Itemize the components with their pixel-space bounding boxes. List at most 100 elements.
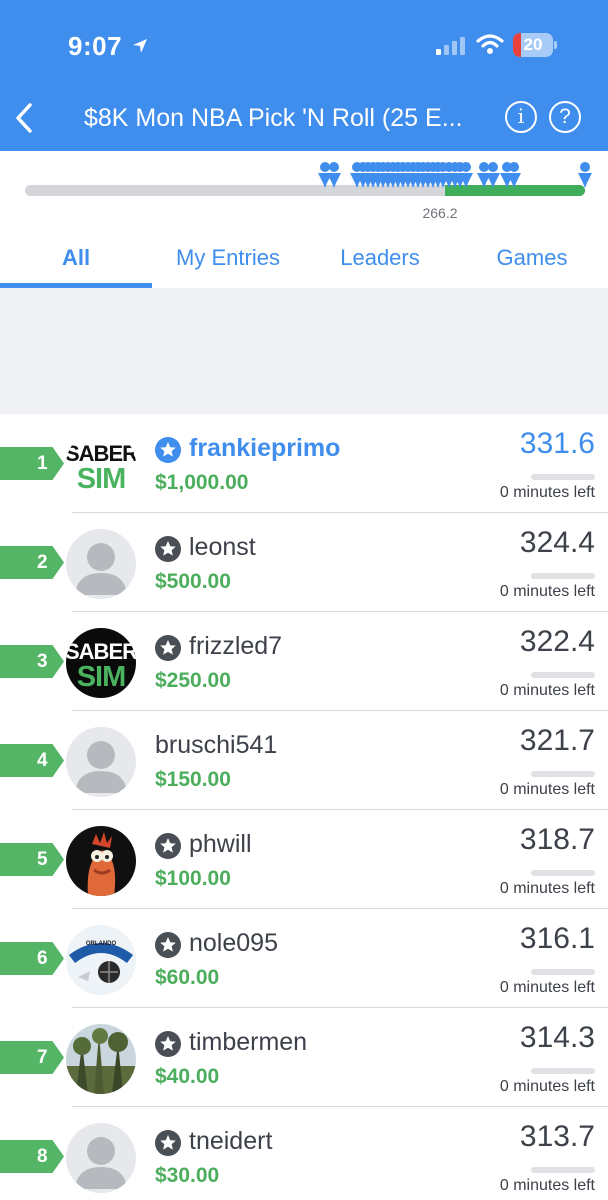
logo-line-2: SIM: [77, 661, 126, 693]
entrant-marker-icon: [459, 161, 473, 189]
time-progress-bar: [531, 1167, 595, 1173]
default-avatar-avatar[interactable]: [66, 727, 136, 797]
back-chevron-icon[interactable]: [10, 98, 40, 138]
time-left: 0 minutes left: [499, 1177, 595, 1194]
leaderboard-row[interactable]: 8 tneidert $30.00 313.7 0 minutes left: [0, 1107, 608, 1200]
star-icon: [154, 832, 182, 860]
time-progress-bar: [531, 474, 595, 480]
logo-line-2: SIM: [77, 463, 126, 495]
fantasy-score: 321.7: [519, 724, 595, 757]
location-arrow-icon: [130, 36, 150, 56]
time-progress-bar: [531, 672, 595, 678]
time-left: 0 minutes left: [499, 484, 595, 501]
leaderboard-row[interactable]: 5 phwill $100.00 318.7 0 minutes left: [0, 810, 608, 909]
time-left: 0 minutes left: [499, 583, 595, 600]
star-icon: [154, 931, 182, 959]
rank-badge: 6: [0, 942, 64, 975]
svg-text:ORLANDO: ORLANDO: [86, 941, 117, 947]
rank-badge: 1: [0, 447, 64, 480]
entrant-marker-icon: [486, 161, 500, 189]
entrant-marker-icon: [327, 161, 341, 189]
username[interactable]: tneidert: [189, 1127, 272, 1156]
fantasy-score: 318.7: [519, 823, 595, 856]
star-icon: [154, 535, 182, 563]
battery-icon: 20: [513, 33, 557, 57]
muppet-photo-avatar[interactable]: [66, 826, 136, 896]
prize-amount: $500.00: [155, 570, 231, 593]
prize-amount: $60.00: [155, 966, 220, 989]
leaderboard-row[interactable]: 3 SABER SIM frizzled7 $250.00 322.4 0 minutes …: [0, 612, 608, 711]
leaderboard-row[interactable]: 2 leonst $500.00 324.4 0 minutes left: [0, 513, 608, 612]
app-header: 9:07 20 $8K Mon NBA Pick 'N Roll (25 E..…: [0, 0, 608, 151]
nav-bar: $8K Mon NBA Pick 'N Roll (25 E... i ?: [0, 90, 608, 151]
banner-placeholder: [0, 288, 608, 414]
entrant-marker-icon: [578, 161, 592, 189]
tab-games[interactable]: Games: [456, 245, 608, 271]
battery-level: 20: [523, 35, 543, 54]
leaderboard-row[interactable]: 4 bruschi541 $150.00 321.7 0 minutes left: [0, 711, 608, 810]
field-progress-bar: 266.2: [0, 151, 608, 231]
entrant-marker-icon: [507, 161, 521, 189]
star-icon: [154, 1030, 182, 1058]
fantasy-score: 322.4: [519, 625, 595, 658]
prize-amount: $150.00: [155, 768, 231, 791]
rank-badge: 4: [0, 744, 64, 777]
tab-my-entries[interactable]: My Entries: [152, 245, 304, 271]
prize-amount: $100.00: [155, 867, 231, 890]
fantasy-score: 331.6: [519, 427, 595, 460]
username[interactable]: frizzled7: [189, 632, 282, 661]
time-progress-bar: [531, 771, 595, 777]
username[interactable]: timbermen: [189, 1028, 307, 1057]
tab-bar: All My Entries Leaders Games: [0, 231, 608, 288]
rank-badge: 8: [0, 1140, 64, 1173]
prize-amount: $250.00: [155, 669, 231, 692]
prize-amount: $1,000.00: [155, 471, 249, 494]
time-left: 0 minutes left: [499, 682, 595, 699]
username[interactable]: leonst: [189, 533, 256, 562]
progress-score-label: 266.2: [422, 205, 458, 221]
help-icon[interactable]: ?: [549, 101, 581, 133]
prize-amount: $40.00: [155, 1065, 220, 1088]
star-icon: [154, 1129, 182, 1157]
fantasy-score: 324.4: [519, 526, 595, 559]
cellular-signal-icon: [436, 36, 466, 56]
time-left: 0 minutes left: [499, 880, 595, 897]
clock-time: 9:07: [68, 31, 123, 61]
username[interactable]: nole095: [189, 929, 278, 958]
prize-amount: $30.00: [155, 1164, 220, 1187]
sabersim-logo-white-avatar[interactable]: SABER SIM: [66, 430, 136, 500]
rank-badge: 2: [0, 546, 64, 579]
forest-photo-avatar[interactable]: [66, 1024, 136, 1094]
star-icon: [154, 436, 182, 464]
fantasy-score: 313.7: [519, 1120, 595, 1153]
time-left: 0 minutes left: [499, 781, 595, 798]
time-progress-bar: [531, 1068, 595, 1074]
tab-all[interactable]: All: [0, 245, 152, 271]
leaderboard-row[interactable]: 6 ORLANDO nole095 $60.00 316.1 0 minutes left: [0, 909, 608, 1008]
sabersim-logo-black-avatar[interactable]: SABER SIM: [66, 628, 136, 698]
time-left: 0 minutes left: [499, 979, 595, 996]
star-icon: [154, 634, 182, 662]
time-progress-bar: [531, 573, 595, 579]
wifi-icon: [476, 33, 504, 55]
default-avatar-avatar[interactable]: [66, 529, 136, 599]
default-avatar-avatar[interactable]: [66, 1123, 136, 1193]
username[interactable]: phwill: [189, 830, 252, 859]
tab-leaders[interactable]: Leaders: [304, 245, 456, 271]
info-icon[interactable]: i: [505, 101, 537, 133]
time-progress-bar: [531, 870, 595, 876]
username[interactable]: bruschi541: [155, 731, 277, 760]
fantasy-score: 314.3: [519, 1021, 595, 1054]
username[interactable]: frankieprimo: [189, 434, 340, 463]
leaderboard-row[interactable]: 1 SABER SIM frankieprimo $1,000.00 331.6 0 min…: [0, 414, 608, 513]
orlando-magic-logo-avatar[interactable]: ORLANDO: [66, 925, 136, 995]
time-progress-bar: [531, 969, 595, 975]
fantasy-score: 316.1: [519, 922, 595, 955]
rank-badge: 3: [0, 645, 64, 678]
status-bar: 9:07 20: [0, 0, 608, 90]
time-left: 0 minutes left: [499, 1078, 595, 1095]
rank-badge: 5: [0, 843, 64, 876]
contest-title: $8K Mon NBA Pick 'N Roll (25 E...: [84, 104, 463, 132]
leaderboard-row[interactable]: 7 timbermen $40.00 314.3 0 minutes left: [0, 1008, 608, 1107]
rank-badge: 7: [0, 1041, 64, 1074]
